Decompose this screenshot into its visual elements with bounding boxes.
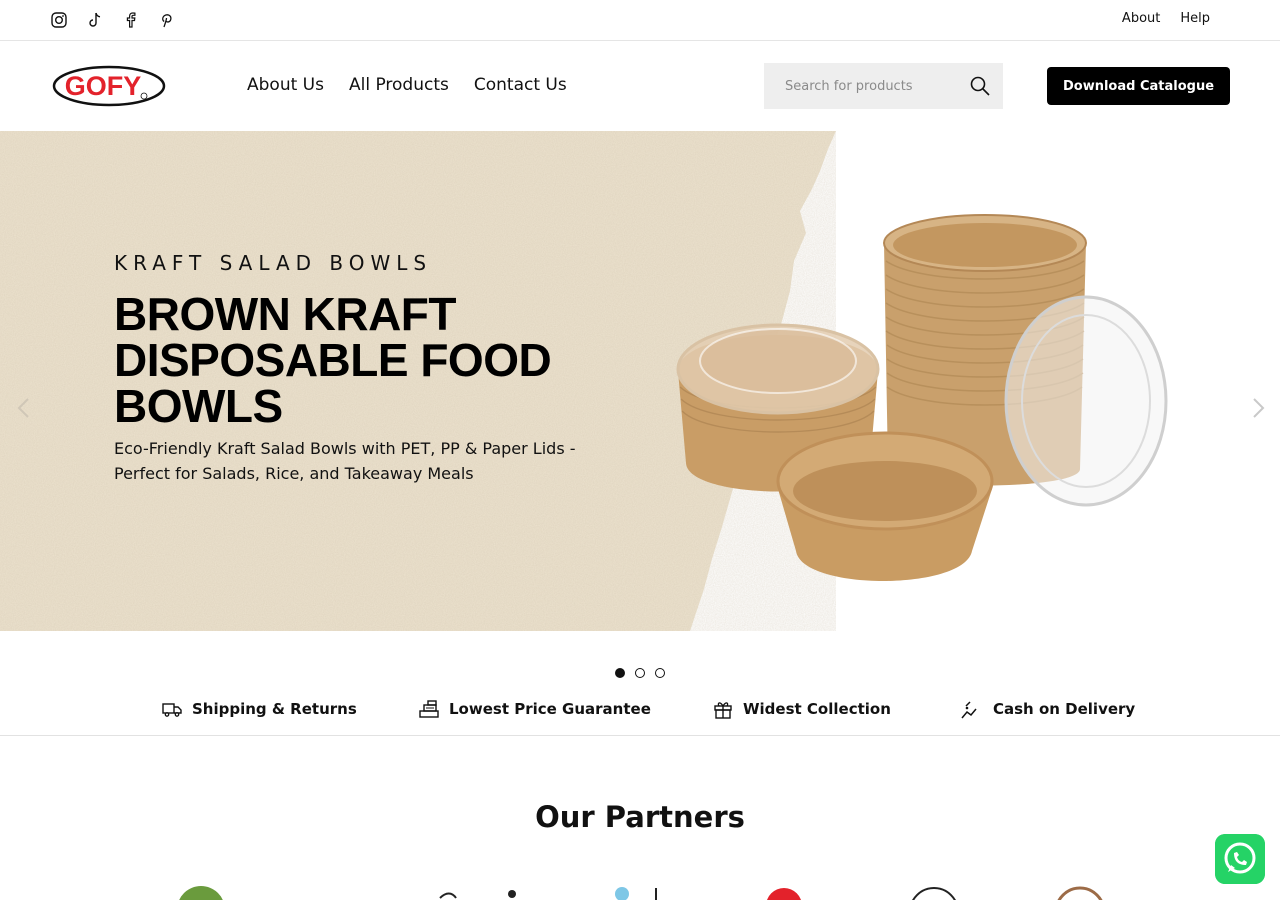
slider-prev-arrow[interactable] [14, 396, 34, 420]
partner-logo-6 [1057, 886, 1103, 900]
nav-all-products[interactable]: All Products [349, 75, 449, 95]
logo-text: GOFY [65, 71, 142, 101]
top-link-help[interactable]: Help [1180, 11, 1210, 26]
feature-label: Cash on Delivery [993, 700, 1136, 718]
kraft-bowls-image [676, 214, 1168, 581]
search-input[interactable] [764, 63, 964, 109]
cash-register-icon [419, 700, 439, 718]
feature-widest-collection: Widest Collection [712, 698, 891, 720]
feature-shipping: Shipping & Returns [161, 698, 357, 720]
main-nav: About Us All Products Contact Us [247, 75, 567, 95]
top-link-about[interactable]: About [1122, 11, 1160, 26]
download-catalogue-button[interactable]: Download Catalogue [1047, 67, 1230, 105]
slider-dot-2[interactable] [635, 668, 645, 678]
feature-label: Widest Collection [743, 700, 891, 718]
top-links: About Help [1122, 11, 1210, 26]
whatsapp-chat-button[interactable] [1215, 834, 1265, 884]
partner-logo-4 [767, 888, 801, 900]
gofy-logo[interactable]: GOFY [52, 65, 166, 107]
social-links [50, 11, 176, 29]
feature-label: Lowest Price Guarantee [449, 700, 651, 718]
nav-about-us[interactable]: About Us [247, 75, 324, 95]
delivery-hand-icon [961, 701, 977, 719]
partner-logo-2 [439, 890, 516, 899]
nav-contact-us[interactable]: Contact Us [474, 75, 567, 95]
hero-eyebrow: KRAFT SALAD BOWLS [114, 251, 433, 275]
slider-dots [615, 668, 665, 678]
main-header: GOFY About Us All Products Contact Us Do… [0, 41, 1280, 131]
pinterest-icon[interactable] [158, 11, 176, 29]
partner-logos [179, 886, 1103, 900]
search-icon[interactable] [969, 75, 991, 97]
gift-icon [714, 702, 732, 719]
tiktok-icon[interactable] [86, 11, 104, 29]
partners-title: Our Partners [535, 800, 745, 834]
hero-title: BROWN KRAFT DISPOSABLE FOOD BOWLS [114, 288, 552, 432]
slider-next-arrow[interactable] [1248, 396, 1268, 420]
partner-logo-1 [179, 886, 223, 900]
instagram-icon[interactable] [50, 11, 68, 29]
hero-subtitle: Eco-Friendly Kraft Salad Bowls with PET,… [114, 439, 576, 483]
truck-icon [162, 703, 182, 717]
top-bar: About Help [0, 0, 1280, 41]
feature-lowest-price: Lowest Price Guarantee [418, 698, 651, 720]
partner-logo-3 [615, 887, 657, 900]
slider-dot-3[interactable] [655, 668, 665, 678]
search-box [764, 63, 1003, 109]
feature-cash-on-delivery: Cash on Delivery [958, 698, 1135, 720]
facebook-icon[interactable] [122, 11, 140, 29]
hero-slider: KRAFT SALAD BOWLS BROWN KRAFT DISPOSABLE… [0, 131, 1280, 631]
partner-logo-5 [912, 887, 956, 900]
feature-label: Shipping & Returns [192, 700, 357, 718]
features-bar: Shipping & Returns Lowest Price Guarante… [0, 692, 1280, 736]
slider-dot-1[interactable] [615, 668, 625, 678]
